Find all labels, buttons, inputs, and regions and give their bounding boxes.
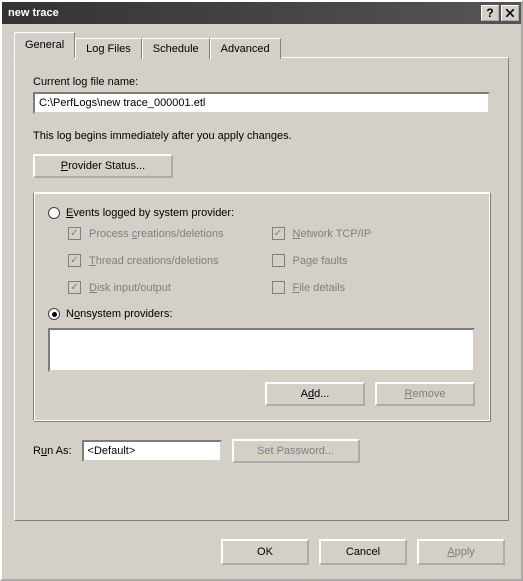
provider-group: Events logged by system provider: Proces… bbox=[33, 192, 490, 421]
check-label: Disk input/output bbox=[89, 282, 171, 294]
tab-panel-general: Current log file name: This log begins i… bbox=[14, 57, 509, 521]
dialog-body: General Log Files Schedule Advanced Curr… bbox=[2, 24, 521, 529]
btn-label: Add... bbox=[301, 388, 330, 400]
remove-button: Remove bbox=[375, 382, 475, 406]
check-network: Network TCP/IP bbox=[272, 227, 476, 240]
check-process: Process creations/deletions bbox=[68, 227, 272, 240]
tab-label: Log Files bbox=[86, 43, 131, 55]
checkbox-icon bbox=[272, 227, 285, 240]
btn-label: Provider Status... bbox=[61, 160, 145, 172]
tab-schedule[interactable]: Schedule bbox=[142, 38, 210, 59]
window-title: new trace bbox=[8, 7, 479, 19]
check-label: Process creations/deletions bbox=[89, 228, 224, 240]
nonsystem-providers-list[interactable] bbox=[48, 328, 475, 372]
window-frame: new trace ? General Log Files Schedule A… bbox=[0, 0, 523, 581]
tab-log-files[interactable]: Log Files bbox=[75, 38, 142, 59]
tab-strip: General Log Files Schedule Advanced bbox=[14, 32, 509, 58]
tab-label: Schedule bbox=[153, 43, 199, 55]
current-log-label: Current log file name: bbox=[33, 76, 490, 88]
tab-advanced[interactable]: Advanced bbox=[210, 38, 281, 59]
radio-label: Events logged by system provider: bbox=[66, 207, 234, 219]
set-password-button: Set Password... bbox=[232, 439, 360, 463]
check-disk: Disk input/output bbox=[68, 281, 272, 294]
check-thread: Thread creations/deletions bbox=[68, 254, 272, 267]
run-as-label: Run As: bbox=[33, 445, 72, 457]
checkbox-icon bbox=[272, 281, 285, 294]
checkbox-icon bbox=[272, 254, 285, 267]
checkbox-icon bbox=[68, 281, 81, 294]
provider-buttons: Add... Remove bbox=[48, 382, 475, 406]
radio-label: Nonsystem providers: bbox=[66, 308, 172, 320]
close-button[interactable] bbox=[501, 5, 519, 21]
checkbox-icon bbox=[68, 254, 81, 267]
cancel-button[interactable]: Cancel bbox=[319, 539, 407, 565]
check-pagefaults: Page faults bbox=[272, 254, 476, 267]
checkbox-icon bbox=[68, 227, 81, 240]
apply-button: Apply bbox=[417, 539, 505, 565]
btn-label: Remove bbox=[405, 388, 446, 400]
btn-label: Set Password... bbox=[257, 445, 334, 457]
btn-label: Apply bbox=[447, 546, 475, 558]
run-as-row: Run As: Set Password... bbox=[33, 439, 490, 463]
help-button[interactable]: ? bbox=[481, 5, 499, 21]
radio-dot-icon bbox=[52, 312, 57, 317]
check-label: Network TCP/IP bbox=[293, 228, 372, 240]
check-label: Thread creations/deletions bbox=[89, 255, 219, 267]
check-label: Page faults bbox=[293, 255, 348, 267]
events-system-radio[interactable]: Events logged by system provider: bbox=[48, 207, 475, 219]
check-label: File details bbox=[293, 282, 346, 294]
titlebar: new trace ? bbox=[2, 2, 521, 24]
run-as-input[interactable] bbox=[82, 440, 222, 462]
radio-icon bbox=[48, 308, 60, 320]
tab-label: General bbox=[25, 39, 64, 51]
nonsystem-radio[interactable]: Nonsystem providers: bbox=[48, 308, 475, 320]
check-filedetails: File details bbox=[272, 281, 476, 294]
add-button[interactable]: Add... bbox=[265, 382, 365, 406]
dialog-footer: OK Cancel Apply bbox=[2, 529, 521, 579]
apply-note: This log begins immediately after you ap… bbox=[33, 130, 490, 142]
btn-label: OK bbox=[257, 546, 273, 558]
ok-button[interactable]: OK bbox=[221, 539, 309, 565]
provider-status-button[interactable]: Provider Status... bbox=[33, 154, 173, 178]
radio-icon bbox=[48, 207, 60, 219]
close-icon bbox=[506, 9, 514, 17]
system-events-grid: Process creations/deletions Network TCP/… bbox=[68, 227, 475, 294]
btn-label: Cancel bbox=[346, 546, 380, 558]
tab-general[interactable]: General bbox=[14, 32, 75, 58]
tab-label: Advanced bbox=[221, 43, 270, 55]
current-log-input[interactable] bbox=[33, 92, 490, 114]
